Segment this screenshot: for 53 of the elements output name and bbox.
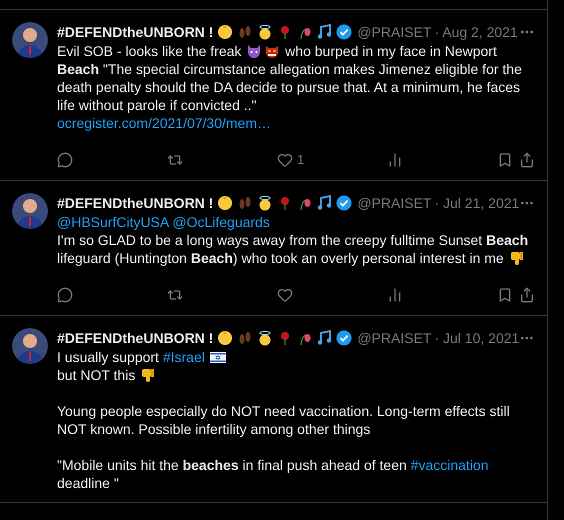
link[interactable]: @HBSurfCityUSA <box>57 214 168 230</box>
user-handle[interactable]: @PRAISET <box>357 328 432 348</box>
user-handle[interactable]: @PRAISET <box>357 192 432 214</box>
ogre-mask-icon <box>264 43 280 59</box>
angel-face-icon <box>257 195 274 211</box>
like-icon[interactable] <box>277 152 293 168</box>
thumbs-down-icon <box>508 250 525 266</box>
footprints-icon <box>237 24 254 40</box>
display-name[interactable]: #DEFENDtheUNBORN ! <box>57 192 214 214</box>
baby-face-icon <box>217 330 234 346</box>
like-count: 1 <box>297 151 304 170</box>
flag-icon <box>210 349 226 365</box>
link[interactable]: ocregister.com/2021/07/30/mem… <box>57 115 271 131</box>
avatar[interactable] <box>12 328 48 364</box>
display-name[interactable]: #DEFENDtheUNBORN ! <box>57 328 214 348</box>
link[interactable]: #vaccination <box>410 457 488 473</box>
music-notes-icon <box>317 24 334 40</box>
bookmark-icon[interactable] <box>497 152 513 168</box>
thumbs-down-icon <box>140 367 156 383</box>
verified-badge-icon <box>336 330 352 346</box>
tweet-date[interactable]: · Jul 21, 2021 <box>434 192 520 214</box>
reply-icon[interactable] <box>57 152 73 168</box>
link[interactable]: @OcLifeguards <box>172 214 270 230</box>
tweet-text: Evil SOB - looks like the freak who burped in my face in Newport Beach "The special circumstance allegation makes Jimenez eligible for the death penalty should the DA decide to pursue that. At a minimum, he faces life without parole if convicted .." ocregister.com/2021/07/30/mem… <box>57 42 523 132</box>
baby-face-icon <box>217 195 234 211</box>
footprints-icon <box>237 195 254 211</box>
views-icon[interactable] <box>387 287 403 303</box>
music-notes-icon <box>317 330 334 346</box>
tweet-text: Young people especially do NOT need vaccination. Long-term effects still NOT known. Possible infertility among other things <box>57 402 511 438</box>
avatar[interactable] <box>12 193 48 229</box>
avatar[interactable] <box>12 22 48 58</box>
tweet-date[interactable]: · Aug 2, 2021 <box>434 22 518 42</box>
tweet-text: "Mobile units hit the beaches in final push ahead of teen #vaccination deadline " <box>57 456 490 492</box>
like-icon[interactable] <box>277 287 293 303</box>
user-handle[interactable]: @PRAISET <box>357 22 432 42</box>
bookmark-icon[interactable] <box>497 287 513 303</box>
reply-icon[interactable] <box>57 287 73 303</box>
share-icon[interactable] <box>519 152 535 168</box>
verified-badge-icon <box>336 195 352 211</box>
verified-badge-icon <box>336 24 352 40</box>
tweet-text: I usually support #Israel but NOT this <box>57 348 535 384</box>
angel-face-icon <box>257 24 274 40</box>
link[interactable]: #Israel <box>162 349 205 365</box>
tweet-date[interactable]: · Jul 10, 2021 <box>434 328 520 348</box>
footprints-icon <box>237 330 254 346</box>
share-icon[interactable] <box>519 287 535 303</box>
music-notes-icon <box>317 195 334 211</box>
display-name[interactable]: #DEFENDtheUNBORN ! <box>57 22 214 42</box>
devil-face-icon <box>246 43 262 59</box>
baby-face-icon <box>217 24 234 40</box>
views-icon[interactable] <box>387 152 403 168</box>
angel-face-icon <box>257 330 274 346</box>
tweet-text: @HBSurfCityUSA @OcLifeguards I'm so GLAD to be a long ways away from the creepy fulltime Sunset Beach lifeguard (Huntington Beach) who took an overly personal interest in me <box>57 213 530 267</box>
